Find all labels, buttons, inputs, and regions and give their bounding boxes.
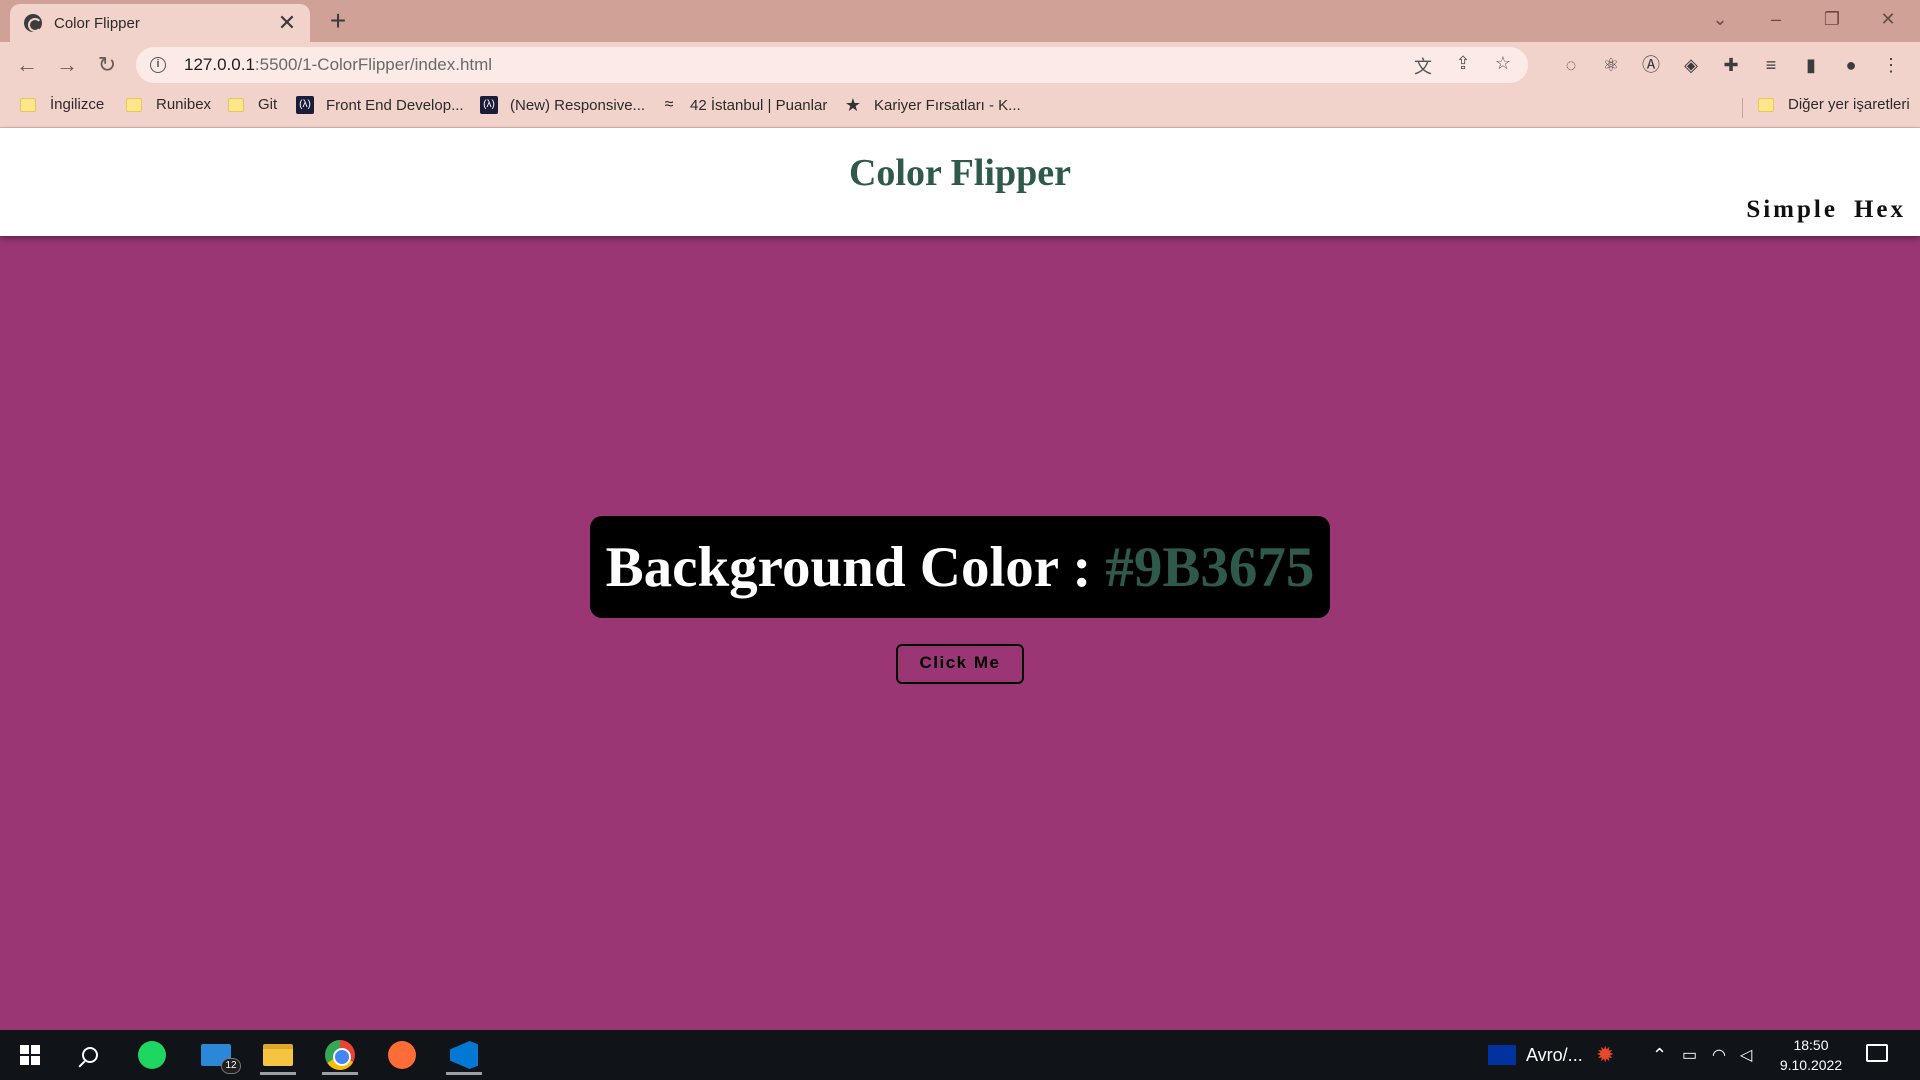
extension-react-icon[interactable]: ⚛ bbox=[1596, 50, 1626, 80]
tray-app-icon[interactable]: ✹ bbox=[1596, 1030, 1614, 1080]
browser-tab-strip: Color Flipper ✕ + ⌄ – ❐ ✕ bbox=[0, 0, 1920, 42]
address-bar[interactable]: i 127.0.0.1:5500/1-ColorFlipper/index.ht… bbox=[136, 47, 1528, 83]
tab-search-icon[interactable]: ⌄ bbox=[1700, 4, 1740, 34]
globe-icon bbox=[24, 14, 42, 32]
site-info-icon[interactable]: i bbox=[150, 57, 166, 73]
bookmark-responsive[interactable]: (λ) (New) Responsive... bbox=[480, 96, 645, 114]
minimize-button[interactable]: – bbox=[1756, 4, 1796, 34]
nav-link-simple[interactable]: Simple bbox=[1746, 196, 1838, 224]
extension-tag-icon[interactable]: ◈ bbox=[1676, 50, 1706, 80]
extension-a-icon[interactable]: Ⓐ bbox=[1636, 50, 1666, 80]
volume-icon[interactable]: ◁ bbox=[1740, 1030, 1752, 1080]
reload-icon[interactable]: ↻ bbox=[92, 50, 122, 80]
fcc-icon: (λ) bbox=[480, 96, 498, 114]
bookmark-label: Diğer yer işaretleri bbox=[1788, 96, 1910, 113]
page-title: Color Flipper bbox=[848, 152, 1071, 194]
postman-icon bbox=[388, 1041, 416, 1069]
bookmarks-divider bbox=[1742, 98, 1743, 118]
forward-icon[interactable]: → bbox=[52, 50, 82, 80]
bookmark-label: 42 İstanbul | Puanlar bbox=[690, 96, 828, 114]
running-indicator bbox=[322, 1072, 358, 1075]
bookmark-label: (New) Responsive... bbox=[510, 96, 646, 114]
wifi-icon[interactable]: ◠ bbox=[1712, 1030, 1726, 1080]
bookmark-star-icon[interactable]: ☆ bbox=[1492, 53, 1514, 79]
address-bar-actions: 文 ⇪ ☆ bbox=[1412, 53, 1514, 79]
folder-icon bbox=[228, 97, 244, 112]
color-value: #9B3675 bbox=[1105, 535, 1315, 599]
mail-badge: 12 bbox=[221, 1058, 241, 1074]
taskbar-chrome[interactable] bbox=[318, 1035, 362, 1075]
windows-logo-icon bbox=[20, 1045, 40, 1065]
swimmer-icon: ≈ bbox=[664, 96, 674, 113]
media-queue-icon[interactable]: ≡ bbox=[1756, 50, 1786, 80]
restore-button[interactable]: ❐ bbox=[1812, 4, 1852, 34]
bookmark-label: Git bbox=[258, 96, 278, 113]
bookmark-42-istanbul[interactable]: ≈ 42 İstanbul | Puanlar bbox=[660, 96, 828, 114]
side-panel-icon[interactable]: ▮ bbox=[1796, 50, 1826, 80]
nav-link-hex[interactable]: Hex bbox=[1854, 196, 1906, 224]
start-button[interactable] bbox=[8, 1035, 52, 1075]
taskbar-search-button[interactable] bbox=[68, 1035, 112, 1075]
chrome-icon bbox=[325, 1040, 355, 1070]
browser-tab[interactable]: Color Flipper ✕ bbox=[10, 4, 310, 42]
new-tab-button[interactable]: + bbox=[324, 6, 352, 36]
taskbar-postman[interactable] bbox=[380, 1035, 424, 1075]
color-label: Background Color : bbox=[605, 535, 1092, 599]
clock-time: 18:50 bbox=[1793, 1037, 1829, 1053]
url-text: 127.0.0.1:5500/1-ColorFlipper/index.html bbox=[184, 55, 493, 74]
profile-avatar[interactable]: ● bbox=[1836, 50, 1866, 80]
currency-label: Avro/... bbox=[1526, 1044, 1583, 1065]
nav-links: Simple Hex bbox=[1746, 196, 1906, 224]
browser-toolbar: ← → ↻ i 127.0.0.1:5500/1-ColorFlipper/in… bbox=[0, 42, 1920, 88]
running-indicator bbox=[446, 1072, 482, 1075]
translate-icon[interactable]: 文 bbox=[1412, 53, 1434, 79]
bookmark-label: İngilizce bbox=[50, 96, 105, 113]
bookmarks-bar: İngilizce Runibex Git (λ) Front End Deve… bbox=[0, 88, 1920, 128]
extensions-puzzle-icon[interactable]: ✚ bbox=[1716, 50, 1746, 80]
site-header: Color Flipper Simple Hex bbox=[0, 128, 1920, 236]
folder-icon bbox=[126, 97, 142, 112]
back-icon[interactable]: ← bbox=[12, 50, 42, 80]
star-logo-icon: ★ bbox=[844, 95, 862, 115]
windows-taskbar: 12 Avro/... ✹ ⌃ ▭ ◠ ◁ 18:50 9.10.2022 bbox=[0, 1030, 1920, 1080]
close-window-button[interactable]: ✕ bbox=[1868, 4, 1908, 34]
other-bookmarks[interactable]: Diğer yer işaretleri bbox=[1758, 96, 1910, 113]
menu-kebab-icon[interactable]: ⋮ bbox=[1876, 50, 1906, 80]
click-me-button[interactable]: Click Me bbox=[896, 644, 1024, 684]
tab-title: Color Flipper bbox=[54, 14, 140, 32]
folder-icon bbox=[20, 97, 36, 112]
bookmark-label: Kariyer Fırsatları - K... bbox=[874, 96, 1021, 114]
system-clock[interactable]: 18:50 9.10.2022 bbox=[1772, 1035, 1850, 1075]
folder-icon bbox=[1758, 97, 1774, 112]
taskbar-spotify[interactable] bbox=[130, 1035, 174, 1075]
taskbar-vscode[interactable] bbox=[442, 1035, 486, 1075]
file-explorer-icon bbox=[263, 1044, 293, 1066]
fcc-icon: (λ) bbox=[296, 96, 314, 114]
vscode-icon bbox=[450, 1041, 478, 1069]
bookmark-git[interactable]: Git bbox=[228, 96, 277, 113]
running-indicator bbox=[260, 1072, 296, 1075]
eu-flag-icon bbox=[1488, 1045, 1516, 1065]
taskbar-mail[interactable]: 12 bbox=[194, 1035, 241, 1075]
extension-timer-icon[interactable]: ◌ bbox=[1556, 50, 1586, 80]
share-icon[interactable]: ⇪ bbox=[1452, 53, 1474, 79]
battery-icon[interactable]: ▭ bbox=[1682, 1030, 1697, 1080]
bookmark-ingilizce[interactable]: İngilizce bbox=[20, 96, 104, 113]
mail-icon: 12 bbox=[201, 1044, 241, 1074]
tab-close-icon[interactable]: ✕ bbox=[276, 12, 298, 34]
search-icon bbox=[82, 1047, 98, 1063]
spotify-icon bbox=[138, 1041, 166, 1069]
bookmark-label: Runibex bbox=[156, 96, 212, 113]
color-display-box: Background Color : #9B3675 bbox=[590, 516, 1330, 618]
bookmark-label: Front End Develop... bbox=[326, 96, 464, 114]
taskbar-file-explorer[interactable] bbox=[256, 1035, 300, 1075]
bookmark-kariyer[interactable]: ★ Kariyer Fırsatları - K... bbox=[844, 96, 1021, 114]
clock-date: 9.10.2022 bbox=[1779, 1057, 1843, 1073]
bookmark-front-end[interactable]: (λ) Front End Develop... bbox=[296, 96, 464, 114]
currency-widget[interactable]: Avro/... bbox=[1488, 1030, 1583, 1080]
bookmark-runibex[interactable]: Runibex bbox=[126, 96, 211, 113]
notification-center-icon[interactable] bbox=[1866, 1044, 1888, 1062]
tray-chevron-up-icon[interactable]: ⌃ bbox=[1652, 1030, 1667, 1080]
